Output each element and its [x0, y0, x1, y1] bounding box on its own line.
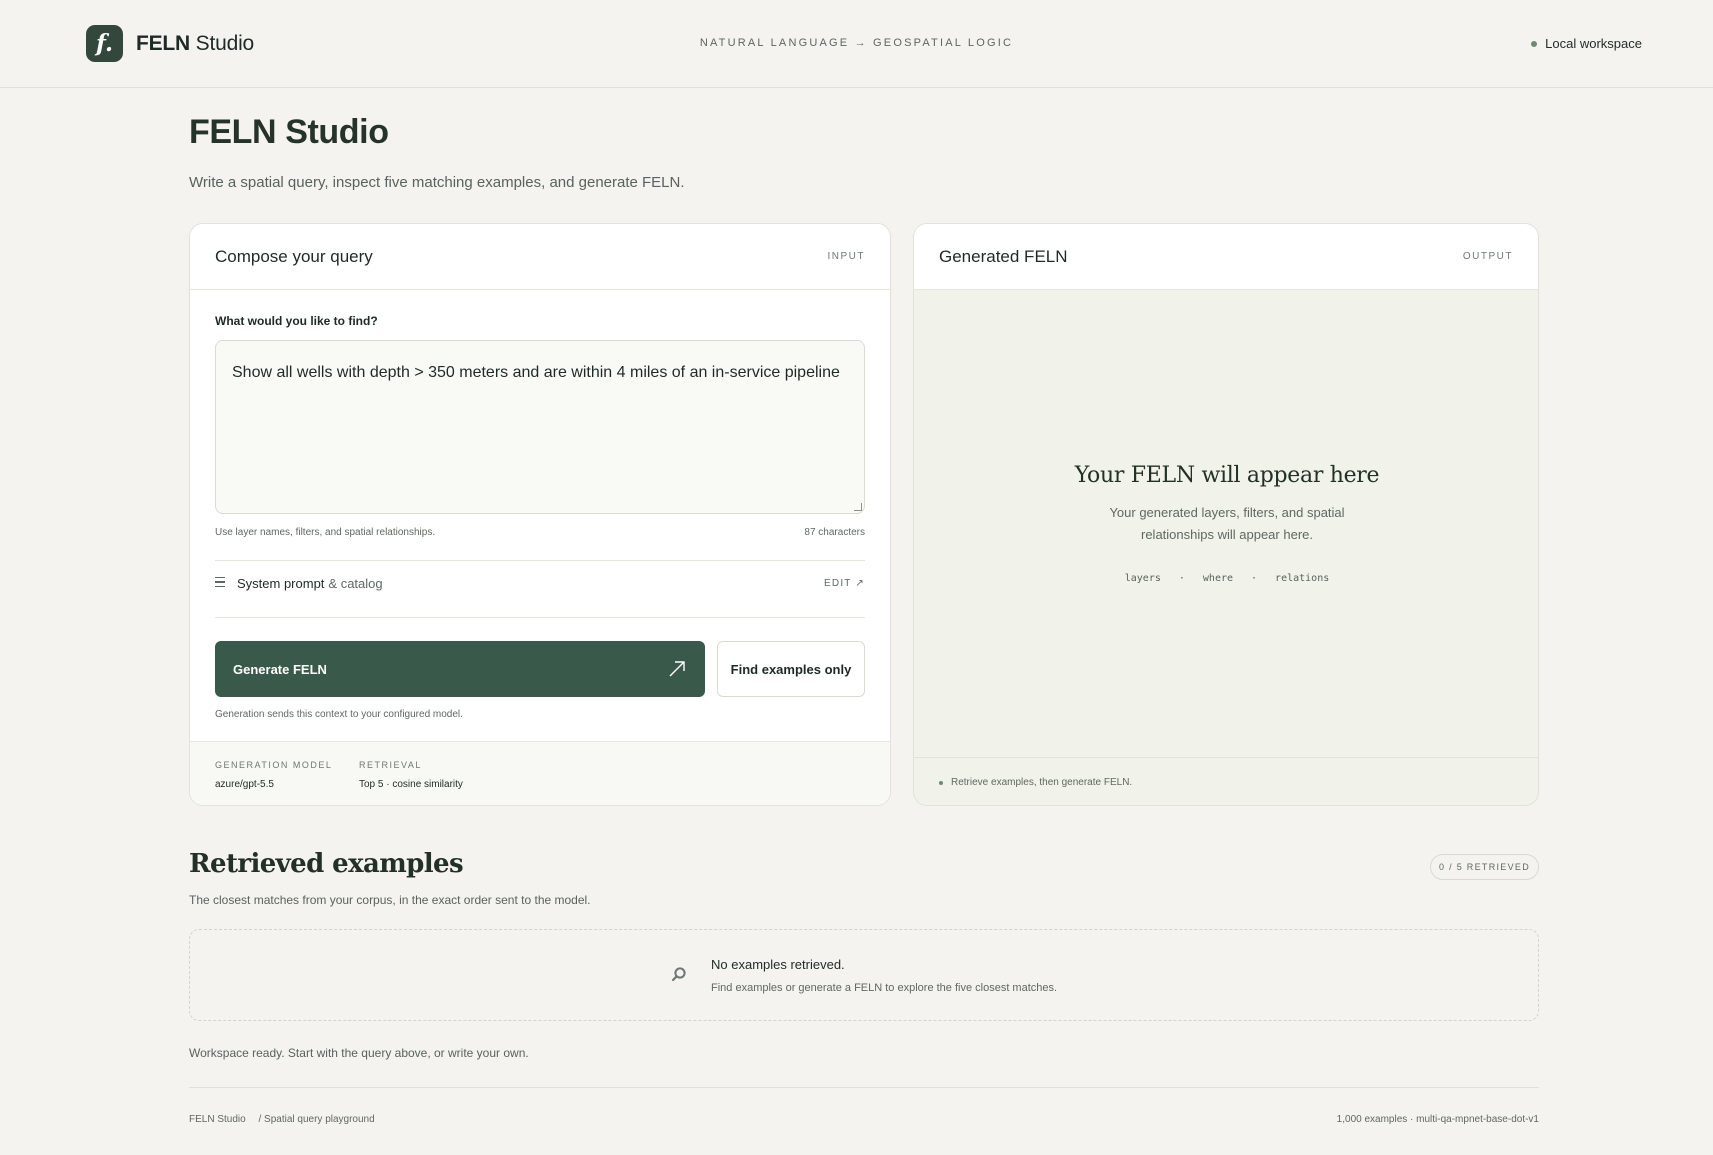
- empty-state-title: No examples retrieved.: [711, 957, 845, 972]
- page-title: FELN Studio: [189, 113, 389, 151]
- empty-state-description: Find examples or generate a FELN to expl…: [711, 982, 1058, 994]
- retrieval-meta: RETRIEVAL Top 5 · cosine similarity: [359, 760, 463, 790]
- generation-model-value: azure/gpt-5.5: [215, 779, 274, 790]
- workspace-indicator[interactable]: Local workspace: [1531, 36, 1642, 51]
- output-footer-text: Retrieve examples, then generate FELN.: [951, 777, 1133, 788]
- retrieval-label: RETRIEVAL: [359, 760, 422, 770]
- query-input[interactable]: [215, 340, 865, 514]
- input-tag: INPUT: [827, 251, 865, 262]
- footer-left: FELN Studio / Spatial query playground: [189, 1114, 375, 1125]
- footer-divider: [189, 1087, 1539, 1088]
- divider: [215, 617, 865, 618]
- query-hint: Use layer names, filters, and spatial re…: [215, 527, 436, 538]
- retrieval-value: Top 5 · cosine similarity: [359, 779, 463, 790]
- retrieved-empty-state: No examples retrieved. Find examples or …: [189, 929, 1539, 1021]
- output-card-header: Generated FELN OUTPUT: [914, 224, 1538, 290]
- top-bar: f. FELN Studio NATURAL LANGUAGE → GEOSPA…: [0, 0, 1713, 88]
- token-relations: relations: [1275, 573, 1330, 584]
- generation-model-meta: GENERATION MODEL azure/gpt-5.5: [215, 760, 332, 790]
- footer-corpus-info: 1,000 examples · multi-qa-mpnet-base-dot…: [1336, 1114, 1539, 1125]
- placeholder-title: Your FELN will appear here: [1074, 463, 1380, 488]
- workspace-label: Local workspace: [1545, 36, 1642, 51]
- output-tag: OUTPUT: [1462, 251, 1513, 262]
- tagline: NATURAL LANGUAGE → GEOSPATIAL LOGIC: [699, 37, 1014, 49]
- output-card: Generated FELN OUTPUT Your FELN will app…: [913, 223, 1539, 806]
- system-prompt-suffix: & catalog: [328, 576, 383, 591]
- compose-card-title: Compose your query: [215, 246, 373, 266]
- system-prompt-row[interactable]: System prompt & catalog EDIT ↗: [215, 562, 865, 605]
- token-separator: ·: [1251, 573, 1258, 584]
- retrieved-subtitle: The closest matches from your corpus, in…: [189, 893, 591, 907]
- resize-handle-icon[interactable]: [854, 503, 862, 511]
- query-field-label: What would you like to find?: [215, 314, 378, 328]
- generation-model-label: GENERATION MODEL: [215, 760, 333, 770]
- workspace-status: Workspace ready. Start with the query ab…: [189, 1046, 529, 1060]
- retrieved-title: Retrieved examples: [189, 849, 464, 879]
- status-dot-icon: [1531, 40, 1538, 47]
- search-icon: [671, 967, 686, 982]
- char-count: 87 characters: [804, 527, 865, 538]
- generation-note: Generation sends this context to your co…: [215, 709, 463, 720]
- generate-feln-button[interactable]: Generate FELN: [215, 641, 705, 697]
- compose-card: Compose your query INPUT What would you …: [189, 223, 891, 806]
- token-where: where: [1202, 573, 1234, 584]
- footer-app-name: FELN Studio: [189, 1114, 246, 1125]
- page-subtitle: Write a spatial query, inspect five matc…: [189, 174, 685, 191]
- compose-card-header: Compose your query INPUT: [190, 224, 890, 290]
- token-layers: layers: [1124, 573, 1161, 584]
- generate-feln-label: Generate FELN: [233, 661, 327, 677]
- placeholder-description: Your generated layers, filters, and spat…: [1109, 505, 1345, 542]
- retrieved-count-badge: 0 / 5 RETRIEVED: [1430, 854, 1539, 880]
- output-card-footer: Retrieve examples, then generate FELN.: [914, 757, 1538, 805]
- output-placeholder: Your FELN will appear here Your generate…: [914, 290, 1538, 757]
- divider: [215, 560, 865, 561]
- edit-system-prompt-link[interactable]: EDIT ↗: [824, 578, 865, 589]
- arrow-up-right-icon: [669, 661, 685, 677]
- system-prompt-toggle[interactable]: System prompt & catalog: [215, 576, 383, 591]
- find-examples-button[interactable]: Find examples only: [717, 641, 865, 697]
- footer-app-desc: / Spatial query playground: [258, 1114, 375, 1125]
- system-prompt-label: System prompt: [237, 576, 325, 591]
- status-dot-icon: [939, 780, 943, 785]
- token-separator: ·: [1178, 573, 1185, 584]
- placeholder-tokens: layers · where · relations: [1116, 573, 1338, 584]
- menu-lines-icon: [215, 576, 225, 588]
- output-card-title: Generated FELN: [939, 246, 1068, 266]
- compose-card-footer: GENERATION MODEL azure/gpt-5.5 RETRIEVAL…: [190, 741, 890, 805]
